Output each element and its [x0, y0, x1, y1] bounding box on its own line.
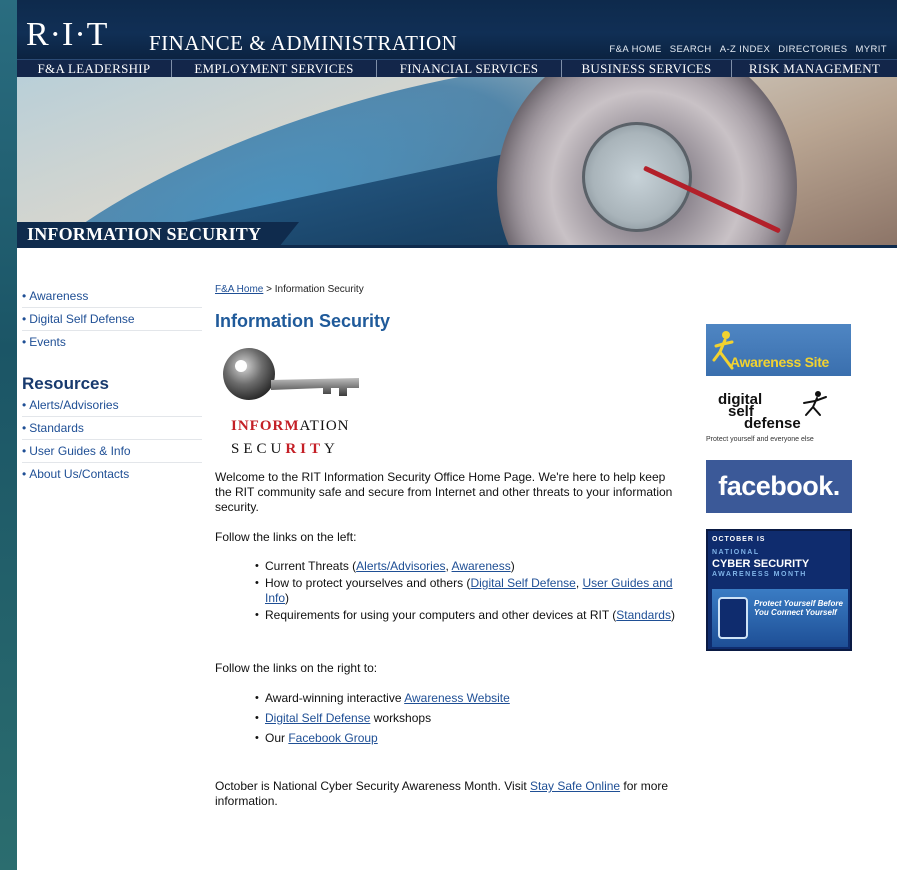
october-paragraph: October is National Cyber Security Aware… [215, 779, 669, 808]
nav-business-services[interactable]: BUSINESS SERVICES [562, 60, 732, 77]
intro-paragraph: Welcome to the RIT Information Security … [215, 470, 673, 514]
banner-divider [17, 245, 897, 248]
ncsam-panel: Protect Yourself Before You Connect Your… [712, 589, 848, 647]
main-content: F&A Home > Information Security Informat… [215, 284, 685, 809]
hero-banner: INFORMATION SECURITY [17, 77, 897, 247]
sidebar-item-label: Events [29, 335, 66, 349]
right-links-list: Award-winning interactive Awareness Webs… [255, 691, 685, 746]
nav-fa-leadership[interactable]: F&A LEADERSHIP [17, 60, 172, 77]
wifi-device-icon [718, 597, 748, 639]
defense-figure-icon [803, 391, 827, 416]
sidebar-item-digital-self-defense[interactable]: • Digital Self Defense [22, 308, 202, 331]
follow-left-text: Follow the links on the left: [215, 530, 357, 544]
key-icon [223, 348, 359, 400]
facebook-group-link[interactable]: Facebook Group [288, 731, 377, 745]
site-title[interactable]: FINANCE & ADMINISTRATION [149, 32, 457, 54]
utility-nav: F&A HOME SEARCH A-Z INDEX DIRECTORIES MY… [609, 44, 887, 55]
sidebar-item-label: User Guides & Info [29, 444, 131, 458]
list-item: Requirements for using your computers an… [255, 608, 685, 623]
alerts-advisories-link[interactable]: Alerts/Advisories [356, 559, 445, 573]
list-item: Current Threats (Alerts/Advisories, Awar… [255, 559, 685, 574]
breadcrumb: F&A Home > Information Security [215, 284, 685, 296]
sidebar-item-awareness[interactable]: • Awareness [22, 285, 202, 308]
ncsam-badge[interactable]: OCTOBER IS NATIONAL CYBER SECURITY AWARE… [706, 529, 852, 651]
utility-link-az-index[interactable]: A-Z INDEX [720, 44, 771, 55]
sidebar-item-user-guides[interactable]: • User Guides & Info [22, 440, 202, 463]
utility-link-search[interactable]: SEARCH [670, 44, 712, 55]
breadcrumb-current: Information Security [274, 284, 364, 295]
sidebar-item-standards[interactable]: • Standards [22, 417, 202, 440]
ncsam-message: Protect Yourself Before You Connect Your… [754, 599, 843, 617]
information-security-logo: INFORMATION SECURITY [215, 344, 365, 457]
stay-safe-online-link[interactable]: Stay Safe Online [530, 779, 620, 793]
main-nav: F&A LEADERSHIP EMPLOYMENT SERVICES FINAN… [17, 59, 897, 77]
list-item: Award-winning interactive Awareness Webs… [255, 691, 685, 706]
sidebar-item-label: Awareness [29, 289, 89, 303]
sidebar-item-label: Standards [29, 421, 84, 435]
ncsam-line1: NATIONAL [712, 549, 760, 556]
facebook-badge[interactable]: facebook. [706, 460, 852, 513]
ncsam-line3: AWARENESS MONTH [712, 571, 807, 578]
sidebar: • Awareness • Digital Self Defense • Events… [22, 285, 202, 486]
nav-financial-services[interactable]: FINANCIAL SERVICES [377, 60, 562, 77]
sidebar-item-alerts-advisories[interactable]: • Alerts/Advisories [22, 394, 202, 417]
cd-disc-hole [582, 122, 692, 232]
page-title: Information Security [215, 311, 391, 331]
digital-self-defense-badge[interactable]: digital self defense Protect yourself an… [706, 387, 854, 447]
ncsam-top: OCTOBER IS [712, 536, 766, 543]
awareness-link[interactable]: Awareness [452, 559, 511, 573]
digital-self-defense-link[interactable]: Digital Self Defense [470, 576, 575, 590]
utility-link-myrit[interactable]: MYRIT [855, 44, 887, 55]
utility-link-directories[interactable]: DIRECTORIES [778, 44, 847, 55]
ncsam-line2: CYBER SECURITY [712, 558, 810, 570]
nav-employment-services[interactable]: EMPLOYMENT SERVICES [172, 60, 377, 77]
dsd-workshops-link[interactable]: Digital Self Defense [265, 711, 370, 725]
awareness-site-badge[interactable]: Awareness Site [706, 324, 851, 376]
follow-right-text: Follow the links on the right to: [215, 661, 378, 675]
breadcrumb-separator: > [263, 284, 275, 295]
resources-heading: Resources [22, 374, 109, 393]
sidebar-item-label: Alerts/Advisories [29, 398, 119, 412]
sidebar-item-about-us[interactable]: • About Us/Contacts [22, 463, 202, 486]
banner-title: INFORMATION SECURITY [17, 222, 299, 247]
awareness-website-link[interactable]: Awareness Website [404, 691, 510, 705]
left-links-list: Current Threats (Alerts/Advisories, Awar… [255, 559, 685, 623]
breadcrumb-home-link[interactable]: F&A Home [215, 284, 263, 295]
list-item: How to protect yourselves and others (Di… [255, 576, 685, 606]
sidebar-item-label: About Us/Contacts [29, 467, 130, 481]
page: R·I·T FINANCE & ADMINISTRATION F&A HOME … [17, 0, 897, 870]
list-item: Our Facebook Group [255, 731, 685, 746]
information-wordmark: INFORMATION [231, 418, 350, 434]
dsd-tagline: Protect yourself and everyone else [706, 436, 814, 443]
awareness-site-label: Awareness Site [730, 354, 830, 370]
rit-logo[interactable]: R·I·T [26, 18, 108, 52]
nav-risk-management[interactable]: RISK MANAGEMENT [732, 60, 897, 77]
standards-link[interactable]: Standards [616, 608, 671, 622]
sidebar-item-events[interactable]: • Events [22, 331, 202, 354]
site-header: R·I·T FINANCE & ADMINISTRATION F&A HOME … [17, 0, 897, 60]
sidebar-item-label: Digital Self Defense [29, 312, 135, 326]
utility-link-fa-home[interactable]: F&A HOME [609, 44, 661, 55]
security-wordmark: SECURITY [231, 441, 339, 457]
dsd-word-3: defense [744, 415, 801, 432]
list-item: Digital Self Defense workshops [255, 711, 685, 726]
